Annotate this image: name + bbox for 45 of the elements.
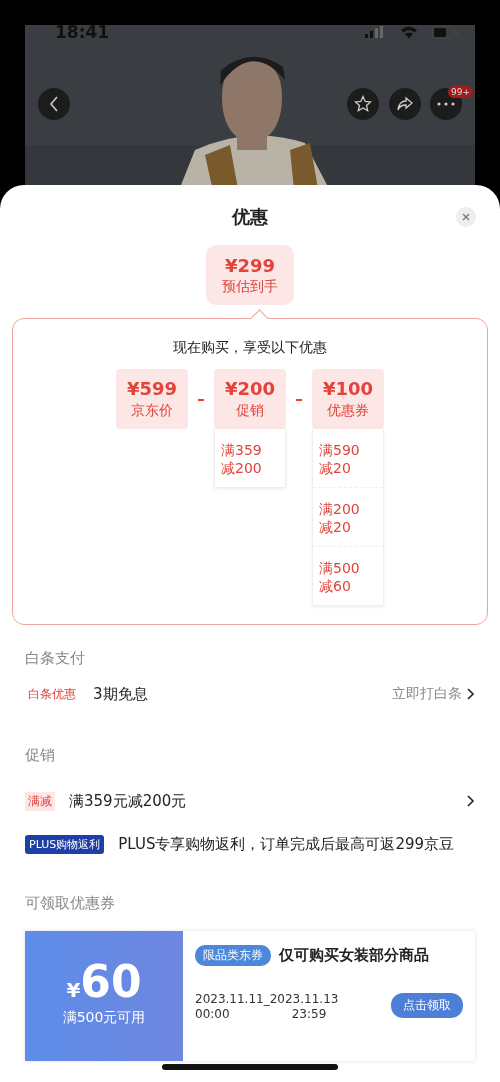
price-component: ¥100 优惠券 xyxy=(312,369,384,429)
coupon-type-tag: 限品类东券 xyxy=(195,945,271,966)
coupon-title: 仅可购买女装部分商品 xyxy=(279,946,429,965)
close-button[interactable] xyxy=(456,207,476,227)
end-time: 23:59 xyxy=(290,1007,328,1022)
claim-button[interactable]: 点击领取 xyxy=(391,993,463,1018)
price-component: ¥200 促销 xyxy=(214,369,286,429)
minus-sign: – xyxy=(196,389,206,408)
chevron-right-icon xyxy=(466,687,475,701)
section-title: 促销 xyxy=(25,746,56,765)
wifi-icon xyxy=(400,26,418,39)
panel-heading: 现在购买，享受以下优惠 xyxy=(172,339,328,357)
minus-sign: – xyxy=(294,389,304,408)
estimated-price-tag: ¥299 预估到手 xyxy=(206,245,294,305)
installment-text: 3期免息 xyxy=(93,684,149,704)
promotion-text: PLUS专享购物返利，订单完成后最高可返299京豆 xyxy=(118,833,456,854)
discount-rule: 满200 减20 xyxy=(313,488,383,547)
currency-sign: ¥ xyxy=(66,978,81,1002)
chevron-right-icon xyxy=(466,794,475,808)
back-icon xyxy=(49,96,59,112)
section-title: 可领取优惠券 xyxy=(25,894,116,913)
sheet-title: 优惠 xyxy=(232,205,268,229)
discount-rule: 满359 减200 xyxy=(220,441,263,478)
more-icon xyxy=(437,102,455,106)
start-date: 2023.11.11 xyxy=(195,992,264,1007)
coupon-condition: 满500元可用 xyxy=(62,1009,146,1027)
promotion-text: 满359元减200元 xyxy=(69,791,188,811)
discount-rule: 满500 减60 xyxy=(318,559,361,596)
share-icon xyxy=(396,96,414,112)
discount-rule: 满590 减20 xyxy=(313,429,383,488)
baitiao-link[interactable]: 立即打白条 xyxy=(392,685,462,703)
signal-icon xyxy=(365,26,383,38)
plus-tag: PLUS购物返利 xyxy=(25,835,105,854)
close-icon xyxy=(462,213,470,221)
notification-badge: 99+ xyxy=(448,86,473,98)
star-icon xyxy=(354,95,372,113)
end-date: 2023.11.13 xyxy=(269,992,339,1007)
start-time: 00:00 xyxy=(195,1007,231,1022)
date-separator: _ xyxy=(263,992,270,1007)
promo-tag: 满减 xyxy=(25,791,55,811)
price-component: ¥599 京东价 xyxy=(116,369,188,429)
promo-tag: 白条优惠 xyxy=(25,684,79,704)
battery-icon xyxy=(432,26,458,39)
coupon-amount: 60 xyxy=(80,959,142,1005)
section-title: 白条支付 xyxy=(25,649,86,668)
